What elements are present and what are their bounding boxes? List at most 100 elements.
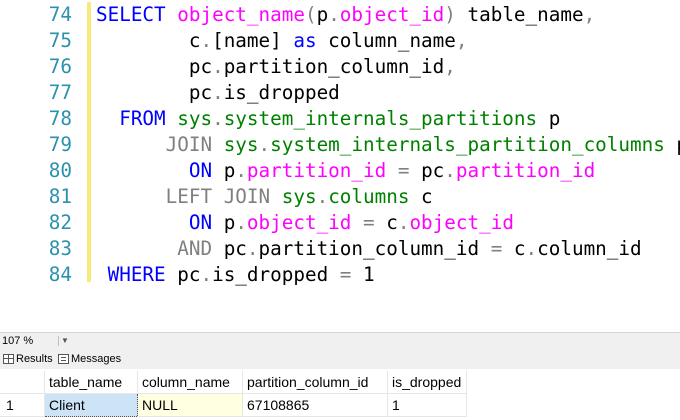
code-token: pc: [177, 263, 201, 286]
code-token: pc: [188, 55, 213, 78]
tab-results[interactable]: Results: [3, 349, 53, 369]
code-line[interactable]: 83 AND pc.partition_column_id = c.column…: [0, 236, 642, 262]
results-grid[interactable]: table_name column_name partition_column_…: [0, 369, 680, 420]
column-header[interactable]: column_name: [137, 371, 243, 394]
line-number: 80: [48, 159, 72, 182]
code-token: .: [235, 159, 247, 182]
row-number[interactable]: 1: [0, 393, 45, 417]
table-cell[interactable]: 67108865: [242, 393, 388, 417]
code-token: p: [316, 3, 329, 26]
code-line[interactable]: 79 JOIN sys.system_internals_partition_c…: [0, 132, 680, 158]
zoom-strip: 107 % ▼: [0, 332, 680, 350]
table-cell[interactable]: Client: [44, 393, 138, 417]
code-token: partition_column_id: [223, 55, 445, 78]
code-token: .: [328, 3, 340, 26]
code-token: ,: [455, 29, 468, 52]
code-token: as: [293, 29, 317, 52]
code-token: .: [316, 185, 329, 208]
code-token: sys: [223, 133, 259, 156]
tab-results-label: Results: [16, 353, 53, 365]
zoom-dropdown-icon[interactable]: ▼: [58, 336, 71, 346]
line-number: 77: [48, 81, 72, 104]
code-token: columns: [328, 185, 410, 208]
corner-cell[interactable]: [0, 371, 45, 394]
line-number: 76: [48, 55, 72, 78]
code-token: partition_column_id: [258, 237, 480, 260]
code-token: .: [258, 133, 271, 156]
code-token: p: [223, 211, 236, 234]
code-token: .: [525, 237, 538, 260]
table-cell[interactable]: NULL: [137, 393, 243, 417]
code-line[interactable]: 78 FROM sys.system_internals_partitions …: [0, 106, 561, 132]
code-token: ): [444, 3, 456, 26]
code-token: .: [212, 55, 224, 78]
code-line[interactable]: 75 c.[name] as column_name,: [0, 28, 468, 54]
code-token: p: [223, 159, 236, 182]
column-header[interactable]: table_name: [44, 371, 138, 394]
code-line[interactable]: 80 ON p.partition_id = pc.partition_id: [0, 158, 595, 184]
code-token: WHERE: [107, 263, 178, 286]
code-token: .: [397, 211, 410, 234]
code-token: c: [386, 211, 398, 234]
code-line[interactable]: 81 LEFT JOIN sys.columns c: [0, 184, 433, 210]
code-token: ON: [188, 159, 224, 182]
code-token: pc: [223, 237, 247, 260]
tab-messages[interactable]: Messages: [58, 349, 121, 369]
code-line[interactable]: 84 WHERE pc.is_dropped = 1: [0, 262, 375, 288]
code-token: pc: [188, 81, 213, 104]
line-number: 81: [48, 185, 72, 208]
code-line[interactable]: 74 SELECT object_name(p.object_id) table_…: [0, 2, 595, 28]
code-token: ,: [583, 3, 596, 26]
code-line[interactable]: 76 pc.partition_column_id,: [0, 54, 456, 80]
code-token: JOIN: [165, 133, 224, 156]
table-cell[interactable]: 1: [387, 393, 467, 417]
code-token: =: [328, 263, 364, 286]
code-token: FROM: [119, 107, 178, 130]
line-number: 78: [48, 107, 72, 130]
code-token: is_dropped: [212, 263, 329, 286]
code-line[interactable]: 77 pc.is_dropped: [0, 80, 340, 106]
code-token: .: [200, 263, 213, 286]
query-editor[interactable]: 74 SELECT object_name(p.object_id) table_…: [0, 0, 680, 332]
header-row: table_name column_name partition_column_…: [0, 371, 467, 394]
code-token: sys: [281, 185, 317, 208]
code-token: AND: [177, 237, 224, 260]
code-token: c: [188, 29, 201, 52]
tab-messages-label: Messages: [71, 353, 122, 365]
table-row: 1 Client NULL 67108865 1: [0, 393, 467, 417]
code-token: .: [212, 81, 224, 104]
code-token: object_id: [409, 211, 514, 234]
line-number: 74: [48, 3, 72, 26]
code-token: table_name: [455, 3, 584, 26]
code-token: object_id: [339, 3, 445, 26]
line-number: 84: [48, 263, 72, 286]
code-token: .: [246, 237, 259, 260]
code-token: .: [235, 211, 247, 234]
zoom-level[interactable]: 107 %: [2, 333, 33, 350]
code-token: .: [212, 107, 224, 130]
code-token: .: [200, 29, 213, 52]
code-token: p: [537, 107, 561, 130]
code-token: [name]: [212, 29, 294, 52]
column-header[interactable]: partition_column_id: [242, 371, 388, 394]
code-token: c: [513, 237, 526, 260]
code-line[interactable]: 82 ON p.object_id = c.object_id: [0, 210, 514, 236]
code-token: ON: [188, 211, 224, 234]
line-number: 83: [48, 237, 72, 260]
code-token: sys: [177, 107, 213, 130]
code-token: SELECT: [96, 3, 178, 26]
code-token: =: [479, 237, 514, 260]
column-header[interactable]: is_dropped: [387, 371, 467, 394]
code-token: (: [304, 3, 317, 26]
line-number: 75: [48, 29, 72, 52]
messages-icon: [58, 354, 69, 364]
code-token: object_name: [177, 3, 305, 26]
results-tabs: Results Messages: [0, 349, 680, 369]
